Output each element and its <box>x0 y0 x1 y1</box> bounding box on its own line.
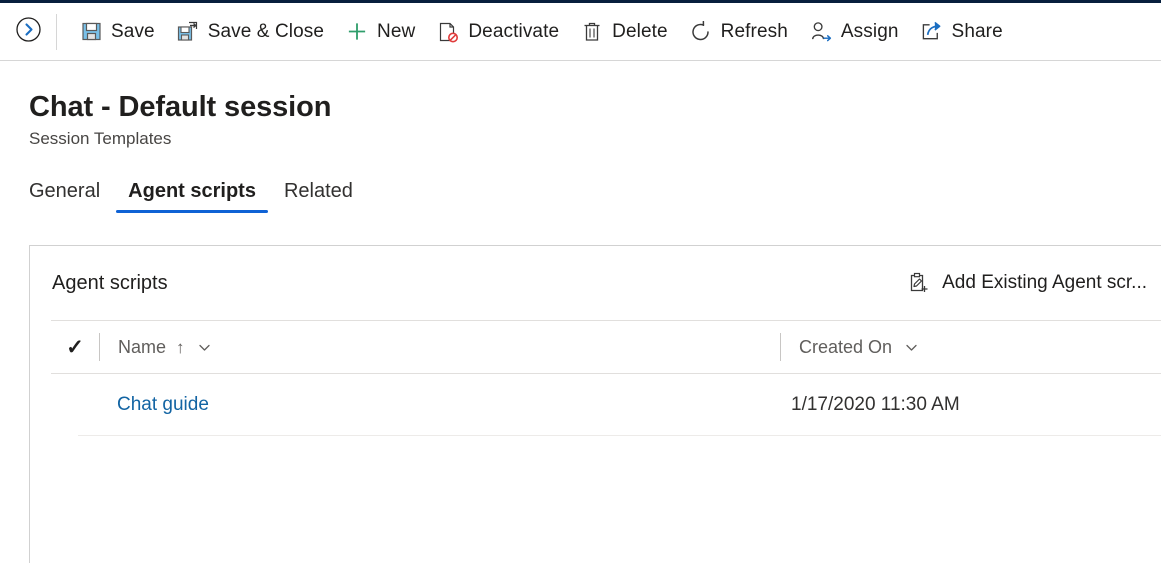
subgrid-title: Agent scripts <box>52 271 168 294</box>
trash-icon <box>581 21 603 43</box>
share-icon <box>921 21 943 43</box>
chevron-down-icon[interactable] <box>904 340 919 355</box>
save-label: Save <box>111 20 155 42</box>
refresh-button[interactable]: Refresh <box>679 9 799 55</box>
assign-person-icon <box>810 21 832 43</box>
new-label: New <box>377 20 416 42</box>
tab-related[interactable]: Related <box>270 178 367 213</box>
cell-name: Chat guide <box>78 394 779 416</box>
refresh-label: Refresh <box>720 20 788 42</box>
add-existing-record-icon <box>907 272 929 294</box>
plus-icon <box>346 21 368 43</box>
save-and-close-button[interactable]: Save & Close <box>166 9 335 55</box>
column-header-name-label: Name <box>118 336 167 357</box>
column-header-created-on-label: Created On <box>799 336 893 357</box>
tab-related-label: Related <box>283 180 353 202</box>
deactivate-document-icon <box>437 21 459 43</box>
refresh-icon <box>690 20 712 43</box>
chevron-down-icon[interactable] <box>197 340 212 355</box>
command-bar-divider <box>56 13 57 50</box>
grid-header-row: ✓ Name ↑ Created On <box>51 320 1161 374</box>
tab-general[interactable]: General <box>15 178 114 213</box>
subgrid-header: Agent scripts Add Existing Agent scr... <box>30 246 1161 320</box>
assign-label: Assign <box>840 20 899 42</box>
sort-ascending-icon: ↑ <box>176 337 185 357</box>
save-floppy-icon <box>80 21 102 43</box>
agent-scripts-grid: ✓ Name ↑ Created On Chat guide 1/17/2020… <box>51 320 1161 436</box>
column-header-name[interactable]: Name ↑ <box>100 337 780 358</box>
page-subtitle: Session Templates <box>29 129 172 148</box>
select-all-checkbox[interactable]: ✓ <box>51 337 99 358</box>
page-header: Chat - Default session Session Templates <box>0 62 1161 150</box>
tab-agent-scripts-label: Agent scripts <box>128 180 256 202</box>
agent-script-link[interactable]: Chat guide <box>117 394 209 415</box>
expand-panel-button[interactable] <box>0 4 56 60</box>
add-existing-agent-script-label: Add Existing Agent scr... <box>942 272 1147 293</box>
tab-general-label: General <box>29 180 101 202</box>
share-button[interactable]: Share <box>910 9 1014 55</box>
deactivate-button[interactable]: Deactivate <box>426 9 570 55</box>
assign-button[interactable]: Assign <box>799 9 910 55</box>
cell-created-on: 1/17/2020 11:30 AM <box>791 393 960 415</box>
share-label: Share <box>951 20 1003 42</box>
checkmark-icon: ✓ <box>66 335 84 359</box>
save-and-close-icon <box>177 21 199 43</box>
add-existing-agent-script-button[interactable]: Add Existing Agent scr... <box>897 262 1161 304</box>
new-button[interactable]: New <box>335 9 426 55</box>
delete-label: Delete <box>612 20 668 42</box>
column-header-created-on[interactable]: Created On <box>781 337 1161 358</box>
save-button[interactable]: Save <box>69 9 166 55</box>
chevron-right-circle-icon <box>15 16 42 48</box>
agent-scripts-subgrid: Agent scripts Add Existing Agent scr... … <box>29 245 1161 563</box>
page-title: Chat - Default session <box>29 91 332 123</box>
deactivate-label: Deactivate <box>468 20 560 42</box>
command-bar: Save Save & Close New Deactivate Delete … <box>0 3 1161 61</box>
tab-agent-scripts[interactable]: Agent scripts <box>114 178 270 213</box>
save-and-close-label: Save & Close <box>207 20 325 42</box>
delete-button[interactable]: Delete <box>570 9 679 55</box>
tab-bar: General Agent scripts Related <box>0 178 1161 222</box>
table-row[interactable]: Chat guide 1/17/2020 11:30 AM <box>78 374 1161 436</box>
